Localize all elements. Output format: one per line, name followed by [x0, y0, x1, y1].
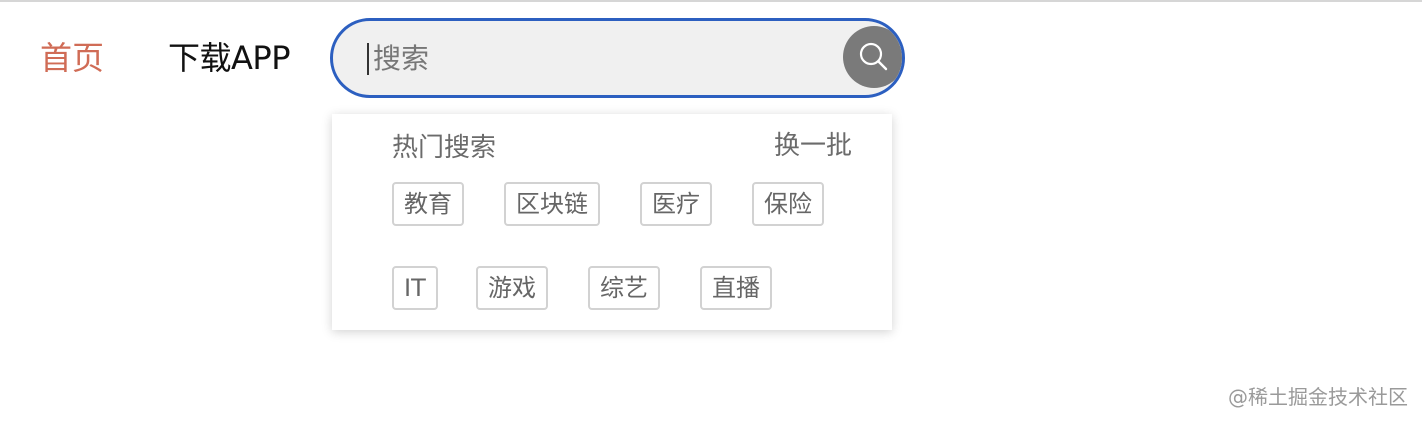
hot-search-tag[interactable]: 游戏: [476, 266, 548, 310]
hot-search-tag[interactable]: IT: [392, 266, 438, 310]
search-input[interactable]: [367, 43, 837, 75]
hot-search-tag[interactable]: 综艺: [588, 266, 660, 310]
hot-search-tag[interactable]: 保险: [752, 182, 824, 226]
search-icon: [859, 42, 888, 71]
search-button[interactable]: [843, 26, 902, 88]
hot-search-tag[interactable]: 直播: [700, 266, 772, 310]
hot-search-title: 热门搜索: [392, 133, 497, 163]
top-divider: [0, 0, 1422, 2]
hot-search-dropdown: 热门搜索 换一批 教育 区块链 医疗 保险 IT 游戏 综艺 直播: [332, 114, 892, 330]
watermark-text: @稀土掘金技术社区: [1228, 385, 1408, 409]
search-box: [330, 18, 905, 98]
hot-search-tag[interactable]: 医疗: [640, 182, 712, 226]
hot-search-tag[interactable]: 区块链: [504, 182, 600, 226]
nav-download-app-link[interactable]: 下载APP: [168, 38, 291, 78]
hot-search-tag[interactable]: 教育: [392, 182, 464, 226]
refresh-button[interactable]: 换一批: [774, 130, 852, 162]
nav-home-link[interactable]: 首页: [40, 38, 104, 78]
